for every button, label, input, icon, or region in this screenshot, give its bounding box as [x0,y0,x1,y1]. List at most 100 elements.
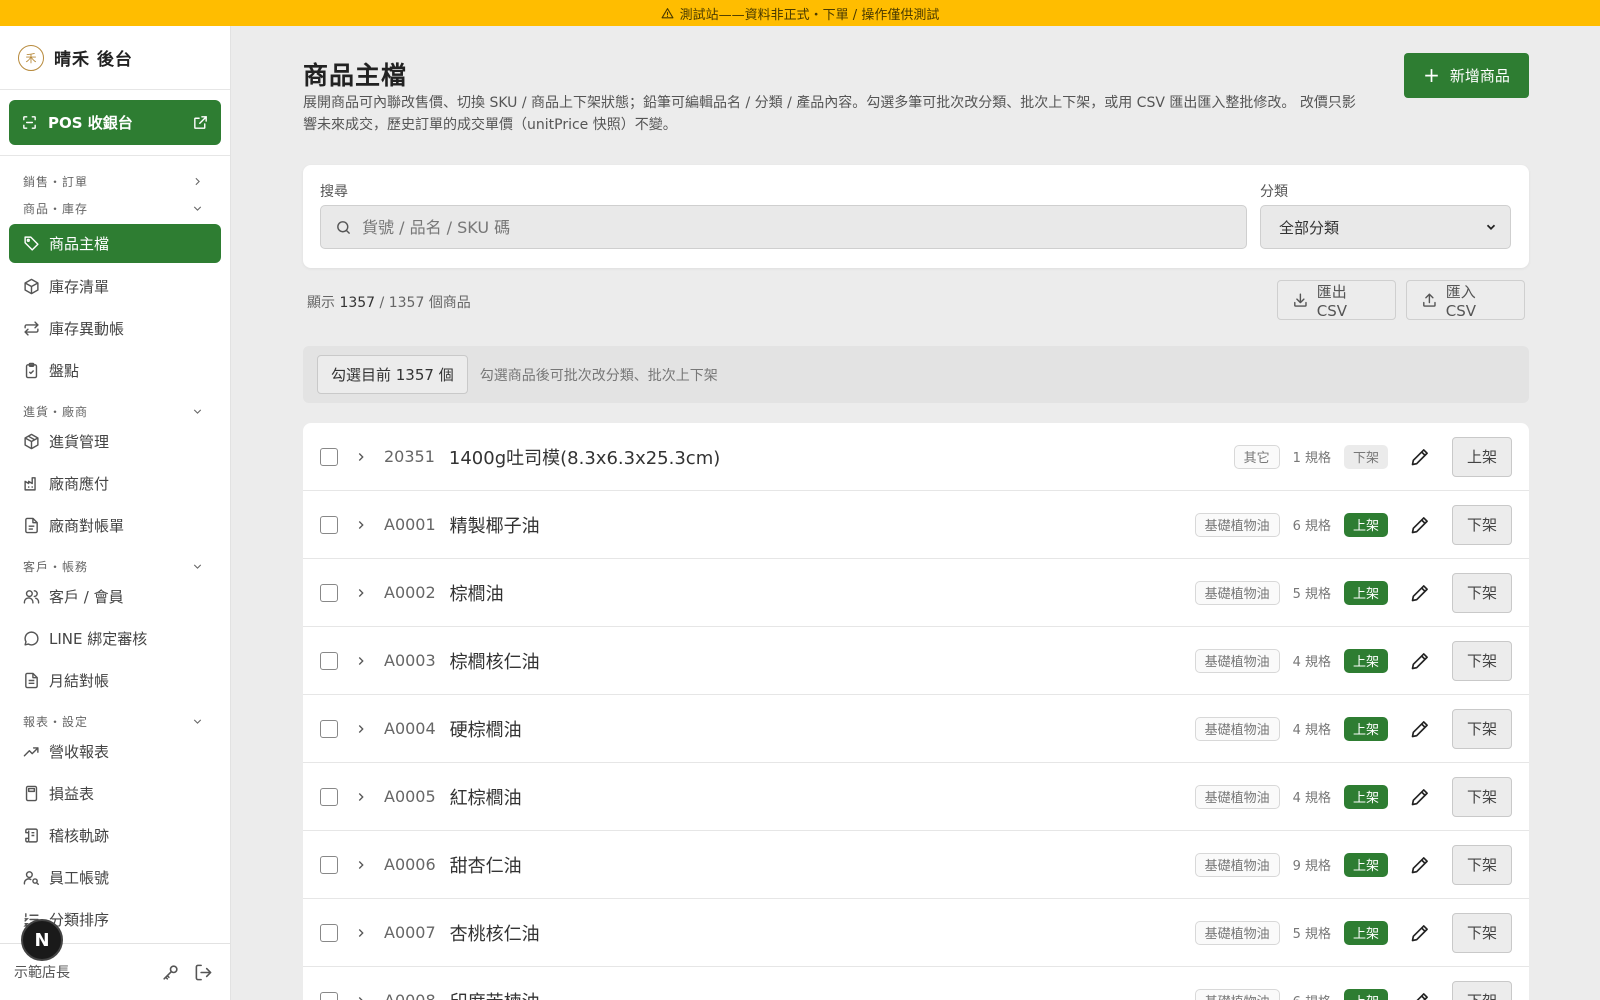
sidebar-item-line-binding[interactable]: LINE 綁定審核 [0,617,230,659]
row-checkbox[interactable] [320,447,338,466]
nav-section-customers[interactable]: 客戶・帳務 [0,546,230,575]
import-csv-button[interactable]: 匯入 CSV [1406,280,1525,320]
category-select[interactable]: 全部分類 [1260,205,1511,249]
toggle-listing-button[interactable]: 下架 [1452,504,1512,545]
select-all-button[interactable]: 勾選目前 1357 個 [317,355,468,394]
bulk-action-bar: 勾選目前 1357 個 勾選商品後可批次改分類、批次上下架 [303,346,1529,403]
search-icon [337,220,350,234]
product-row[interactable]: A0002 棕櫚油 基礎植物油 5 規格 上架 下架 [303,559,1529,627]
product-name: 硬棕櫚油 [449,719,522,741]
chevron-right-icon[interactable] [354,654,368,668]
row-checkbox[interactable] [320,991,338,1000]
category-selected-value: 全部分類 [1279,218,1340,237]
row-checkbox[interactable] [320,583,338,602]
nav-section-purchasing[interactable]: 進貨・廠商 [0,391,230,420]
category-tag: 基礎植物油 [1194,852,1280,877]
chevron-right-icon[interactable] [354,994,368,1000]
product-name: 精製椰子油 [449,515,540,537]
chevron-right-icon[interactable] [354,858,368,872]
export-csv-button[interactable]: 匯出 CSV [1277,280,1396,320]
dev-badge[interactable]: N [21,919,63,961]
pencil-icon[interactable] [1410,991,1430,1000]
sidebar-item-vendor-statements[interactable]: 廠商對帳單 [0,504,230,546]
sidebar-item-staff-accounts[interactable]: 員工帳號 [0,856,230,898]
search-input[interactable] [362,217,1242,237]
nav-section-products[interactable]: 商品・庫存 [0,190,230,217]
chevron-down-icon [1486,224,1496,230]
row-checkbox[interactable] [320,719,338,738]
package-icon [24,433,39,449]
toggle-listing-button[interactable]: 下架 [1452,572,1512,613]
pos-register-button[interactable]: POS 收銀台 [9,100,221,145]
sidebar-item-products[interactable]: 商品主檔 [9,224,221,263]
product-row[interactable]: A0005 紅棕櫚油 基礎植物油 4 規格 上架 下架 [303,763,1529,831]
row-checkbox[interactable] [320,515,338,534]
product-row[interactable]: A0008 印度苦楝油 基礎植物油 6 規格 上架 下架 [303,967,1529,1000]
sidebar-item-monthly-statements[interactable]: 月結對帳 [0,659,230,701]
sidebar-item-inventory[interactable]: 庫存清單 [0,265,230,307]
product-row[interactable]: A0001 精製椰子油 基礎植物油 6 規格 上架 下架 [303,491,1529,559]
tag-icon [24,236,39,251]
pencil-icon[interactable] [1410,447,1430,467]
toggle-listing-button[interactable]: 下架 [1452,980,1512,1000]
toggle-listing-button[interactable]: 下架 [1452,912,1512,953]
toggle-listing-button[interactable]: 下架 [1452,776,1512,817]
sidebar-item-stock-ledger[interactable]: 庫存異動帳 [0,307,230,349]
total-count: 1357 [388,295,425,311]
row-checkbox[interactable] [320,923,338,942]
filter-card: 搜尋 分類 全部分類 [303,165,1529,268]
sidebar-item-stocktake[interactable]: 盤點 [0,349,230,391]
product-sku: A0003 [384,651,436,670]
product-row[interactable]: 20351 1400g吐司模(8.3x6.3x25.3cm) 其它 1 規格 下… [303,423,1529,491]
key-icon[interactable] [161,963,180,982]
sidebar-item-vendor-payables[interactable]: 廠商應付 [0,462,230,504]
sidebar-item-revenue-report[interactable]: 營收報表 [0,730,230,772]
chevron-right-icon[interactable] [354,790,368,804]
category-tag: 基礎植物油 [1194,648,1280,673]
pencil-icon[interactable] [1410,515,1430,535]
pencil-icon[interactable] [1410,787,1430,807]
add-product-button[interactable]: + 新增商品 [1404,53,1529,98]
pencil-icon[interactable] [1410,583,1430,603]
chevron-down-icon [193,564,202,569]
spec-count: 9 規格 [1292,859,1331,874]
sidebar-item-profit-loss[interactable]: 損益表 [0,772,230,814]
chevron-right-icon[interactable] [354,926,368,940]
brand[interactable]: 禾 晴禾 後台 [0,26,230,90]
product-row[interactable]: A0006 甜杏仁油 基礎植物油 9 規格 上架 下架 [303,831,1529,899]
toggle-listing-button[interactable]: 下架 [1452,640,1512,681]
search-box[interactable] [320,205,1247,249]
pencil-icon[interactable] [1410,923,1430,943]
pencil-icon[interactable] [1410,719,1430,739]
product-name: 杏桃核仁油 [449,923,540,945]
sidebar-item-purchase-management[interactable]: 進貨管理 [0,420,230,462]
row-checkbox[interactable] [320,787,338,806]
chevron-right-icon[interactable] [354,586,368,600]
toggle-listing-button[interactable]: 上架 [1452,436,1512,477]
product-row[interactable]: A0003 棕櫚核仁油 基礎植物油 4 規格 上架 下架 [303,627,1529,695]
nav-section-reports[interactable]: 報表・設定 [0,701,230,730]
file-icon [25,517,38,533]
pencil-icon[interactable] [1410,651,1430,671]
brand-name: 晴禾 後台 [54,50,133,70]
chevron-right-icon[interactable] [354,450,368,464]
status-badge: 下架 [1343,444,1388,469]
pencil-icon[interactable] [1410,855,1430,875]
toggle-listing-button[interactable]: 下架 [1452,844,1512,885]
spec-count: 4 規格 [1292,655,1331,670]
nav-section-sales[interactable]: 銷售・訂單 [0,156,230,190]
logout-icon[interactable] [194,963,213,982]
row-checkbox[interactable] [320,855,338,874]
toggle-listing-button[interactable]: 下架 [1452,708,1512,749]
row-checkbox[interactable] [320,651,338,670]
sidebar-item-audit-trail[interactable]: 稽核軌跡 [0,814,230,856]
sidebar-item-customers[interactable]: 客戶 / 會員 [0,575,230,617]
chevron-right-icon[interactable] [354,518,368,532]
chevron-down-icon [193,206,202,211]
category-tag: 基礎植物油 [1194,920,1280,945]
product-row[interactable]: A0007 杏桃核仁油 基礎植物油 5 規格 上架 下架 [303,899,1529,967]
chevron-right-icon[interactable] [354,722,368,736]
product-row[interactable]: A0004 硬棕櫚油 基礎植物油 4 規格 上架 下架 [303,695,1529,763]
product-name: 棕櫚油 [449,583,504,605]
search-label: 搜尋 [320,184,348,200]
